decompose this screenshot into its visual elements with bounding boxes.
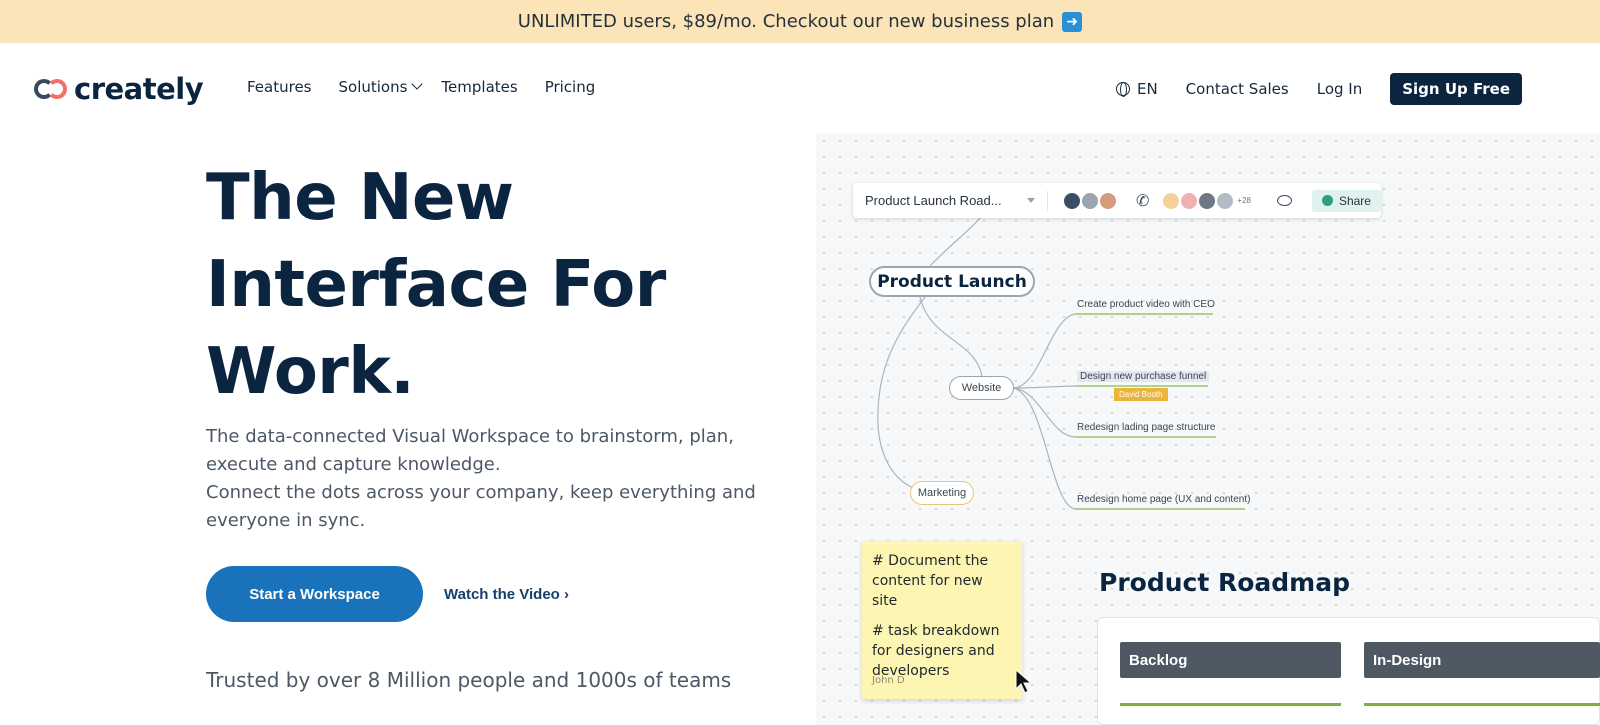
- avatar: [1064, 192, 1081, 209]
- column-progress-line: [1364, 703, 1600, 706]
- sticky-note[interactable]: # Document the content for new site # ta…: [862, 541, 1022, 699]
- user-cursor-tag: David Booth: [1114, 388, 1168, 401]
- collaborator-avatars: [1064, 192, 1118, 209]
- trusted-text: Trusted by over 8 Million people and 100…: [206, 668, 732, 692]
- mindmap-leaf[interactable]: Create product video with CEO: [1077, 299, 1215, 310]
- chevron-down-icon[interactable]: [411, 78, 424, 90]
- mindmap-node-website[interactable]: Website: [949, 376, 1014, 400]
- mouse-cursor-icon: [1015, 669, 1033, 694]
- hero-title: The New Interface For Work.: [206, 155, 666, 416]
- nav-templates[interactable]: Templates: [441, 78, 517, 96]
- mindmap-node-marketing[interactable]: Marketing: [910, 481, 974, 505]
- globe-icon: [1321, 195, 1333, 206]
- viewer-avatars: +28: [1163, 192, 1251, 209]
- mindmap-leaf[interactable]: Redesign home page (UX and content): [1077, 494, 1250, 505]
- hero-title-line: Interface For: [206, 248, 666, 322]
- chevron-right-icon: ›: [564, 586, 570, 603]
- avatar: [1163, 192, 1180, 209]
- avatar: [1082, 192, 1099, 209]
- share-label: Share: [1338, 193, 1371, 208]
- language-selector[interactable]: EN: [1137, 80, 1158, 98]
- column-progress-line: [1120, 703, 1341, 706]
- sticky-author: John D: [872, 675, 905, 686]
- chat-icon[interactable]: [1277, 195, 1292, 206]
- extra-viewers-count: +28: [1237, 196, 1251, 205]
- divider: [1047, 190, 1049, 211]
- hero-description: The data-connected Visual Workspace to b…: [206, 423, 766, 535]
- roadmap-title: Product Roadmap: [1099, 568, 1351, 597]
- avatar: [1199, 192, 1216, 209]
- mindmap-leaf[interactable]: Design new purchase funnel: [1077, 371, 1210, 382]
- promo-banner[interactable]: UNLIMITED users, $89/mo. Checkout our ne…: [0, 0, 1600, 43]
- roadmap-column-in-design[interactable]: In-Design: [1364, 642, 1600, 678]
- nav-features[interactable]: Features: [247, 78, 312, 96]
- nav-pricing[interactable]: Pricing: [545, 78, 596, 96]
- watch-video-label: Watch the Video: [444, 586, 560, 603]
- banner-text: UNLIMITED users, $89/mo. Checkout our ne…: [517, 11, 1055, 32]
- logo[interactable]: creately: [34, 72, 204, 106]
- hero-desc-line-2: Connect the dots across your company, ke…: [206, 482, 756, 531]
- watch-video-link[interactable]: Watch the Video ›: [444, 586, 569, 603]
- login-link[interactable]: Log In: [1317, 80, 1363, 98]
- avatar: [1181, 192, 1198, 209]
- contact-sales-link[interactable]: Contact Sales: [1186, 80, 1289, 98]
- top-nav: creately Features Solutions Templates Pr…: [0, 43, 1600, 133]
- hero-title-line: The New: [206, 161, 514, 235]
- start-workspace-button[interactable]: Start a Workspace: [206, 566, 423, 622]
- mindmap-leaf[interactable]: Redesign lading page structure: [1077, 422, 1215, 433]
- creately-logo-icon: [34, 77, 70, 101]
- logo-text: creately: [74, 72, 204, 106]
- hero-desc-line-1: The data-connected Visual Workspace to b…: [206, 426, 734, 475]
- mindmap-root-node[interactable]: Product Launch: [869, 266, 1035, 297]
- avatar: [1100, 192, 1117, 209]
- editor-toolbar: Product Launch Road... ✆ +28 Share: [853, 183, 1381, 218]
- signup-button[interactable]: Sign Up Free: [1390, 73, 1522, 105]
- right-arrow-icon: ➜: [1062, 11, 1083, 32]
- caret-down-icon[interactable]: [1027, 198, 1036, 203]
- roadmap-column-backlog[interactable]: Backlog: [1120, 642, 1341, 678]
- nav-right: EN Contact Sales Log In Sign Up Free: [1115, 73, 1522, 105]
- nav-solutions[interactable]: Solutions: [339, 78, 408, 96]
- nav-links: Features Solutions Templates Pricing: [247, 78, 622, 96]
- globe-icon[interactable]: [1115, 82, 1130, 97]
- phone-icon[interactable]: ✆: [1136, 191, 1149, 211]
- avatar: [1217, 192, 1234, 209]
- sticky-line-1: # Document the content for new site: [872, 553, 989, 609]
- share-button[interactable]: Share: [1311, 189, 1381, 212]
- hero-title-line: Work.: [206, 335, 415, 409]
- document-title[interactable]: Product Launch Road...: [865, 193, 1013, 208]
